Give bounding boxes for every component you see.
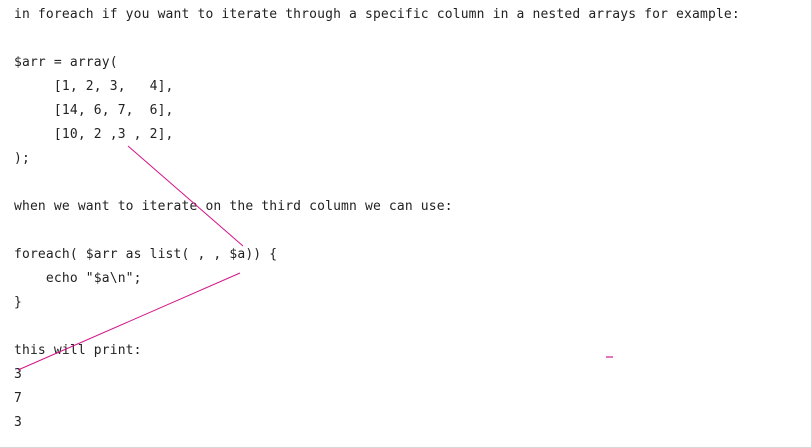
output-line-2: 7	[14, 391, 22, 406]
explanation-text: when we want to iterate on the third col…	[14, 199, 453, 214]
code-line-foreach-close: }	[14, 295, 22, 310]
code-line-foreach: foreach( $arr as list( , , $a)) {	[14, 247, 278, 262]
answer-code-block: in foreach if you want to iterate throug…	[0, 0, 812, 448]
output-label: this will print:	[14, 343, 142, 358]
annotation-overlay	[17, 145, 613, 371]
annotation-line-to-a	[127, 145, 244, 247]
code-line-echo: echo "$a\n";	[14, 271, 142, 286]
code-line-row-3: [10, 2 ,3 , 2],	[14, 127, 174, 142]
output-line-3: 3	[14, 415, 22, 430]
code-line-array-close: );	[14, 151, 30, 166]
code-line-array-open: $arr = array(	[14, 55, 118, 70]
code-line-row-2: [14, 6, 7, 6],	[14, 103, 174, 118]
output-line-1: 3	[14, 367, 22, 382]
code-line-row-1: [1, 2, 3, 4],	[14, 79, 174, 94]
intro-text: in foreach if you want to iterate throug…	[14, 7, 740, 22]
